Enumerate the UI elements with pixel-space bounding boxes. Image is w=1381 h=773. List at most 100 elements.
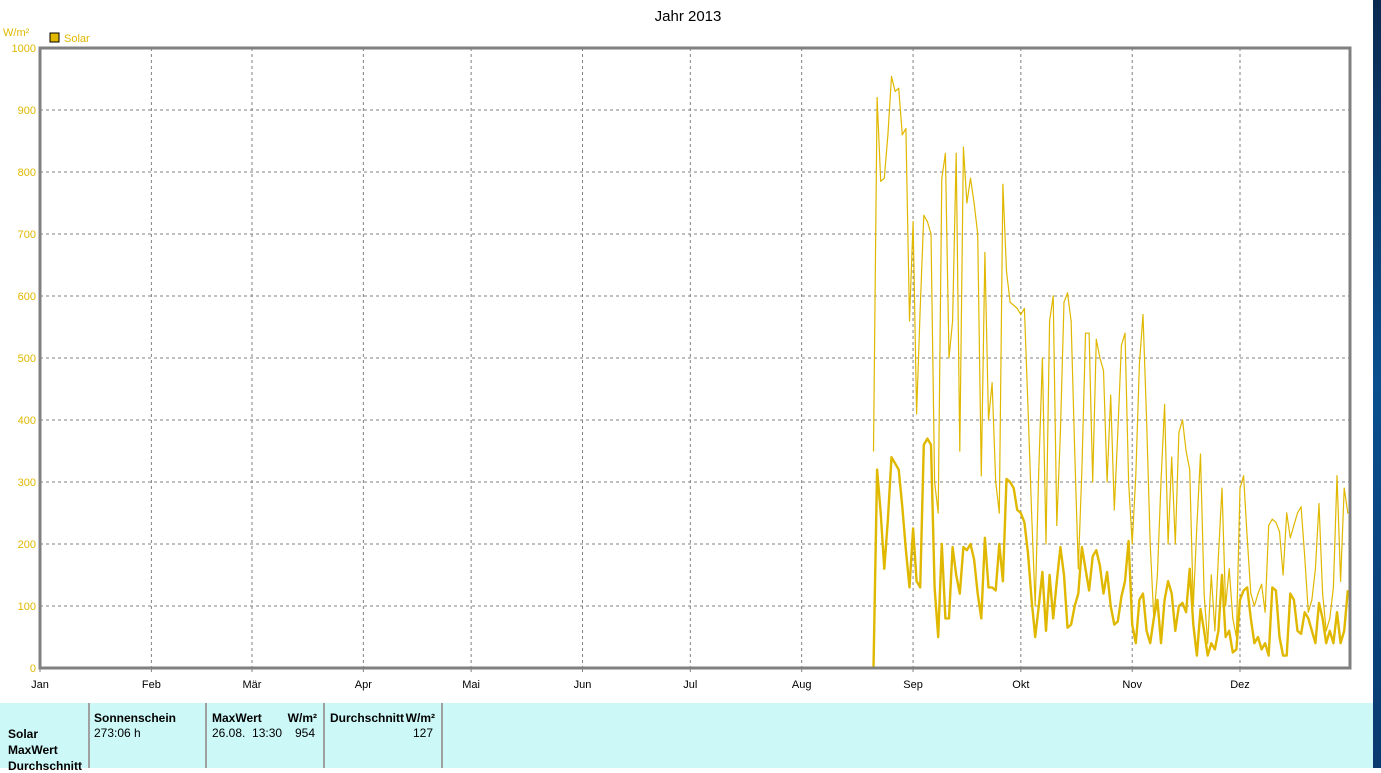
- data-point: [1084, 332, 1087, 334]
- sonnenschein-header: Sonnenschein: [94, 711, 177, 725]
- data-point: [1282, 655, 1284, 657]
- data-point: [1041, 571, 1043, 573]
- solar-year-chart: Jahr 2013 W/m² Solar 0 100 200 300 400 500 600…: [3, 8, 1352, 691]
- data-point: [1048, 320, 1051, 322]
- data-point: [1181, 419, 1184, 421]
- data-point: [919, 586, 921, 589]
- empty-area: [443, 703, 1373, 768]
- data-point: [987, 419, 990, 421]
- data-point: [1117, 620, 1119, 623]
- data-point: [1271, 518, 1273, 520]
- data-point: [1178, 431, 1180, 433]
- data-point: [944, 617, 946, 620]
- data-point: [1077, 568, 1079, 570]
- data-point: [1163, 403, 1166, 406]
- data-point: [1343, 487, 1345, 489]
- data-point: [1278, 636, 1281, 638]
- data-point: [1013, 487, 1015, 489]
- data-point: [894, 462, 896, 464]
- data-point: [1289, 537, 1291, 539]
- data-point: [1110, 394, 1112, 396]
- y-axis-unit: W/m²: [3, 27, 30, 39]
- desktop-background-strip: [1373, 0, 1381, 768]
- data-point: [995, 589, 997, 592]
- data-point: [1307, 611, 1309, 613]
- data-point: [1293, 599, 1295, 601]
- data-point: [1052, 617, 1054, 620]
- x-tick-label: Mai: [462, 679, 480, 691]
- data-point: [1332, 586, 1335, 589]
- data-point: [916, 580, 918, 582]
- durchschnitt-header: Durchschnitt: [330, 711, 405, 725]
- data-point: [1102, 369, 1105, 371]
- data-point: [1225, 605, 1227, 607]
- data-point: [872, 450, 875, 452]
- data-point: [1084, 568, 1087, 570]
- x-tick-label: Jun: [574, 679, 592, 691]
- y-tick-label: 200: [18, 539, 36, 551]
- x-tick-label: Feb: [142, 679, 161, 691]
- data-point: [1210, 574, 1212, 576]
- data-point: [1106, 571, 1108, 573]
- data-point: [1124, 580, 1126, 582]
- data-point: [1066, 627, 1069, 629]
- data-point: [962, 546, 964, 548]
- data-point: [1253, 642, 1255, 644]
- data-point: [1167, 543, 1169, 545]
- x-tick-label: Apr: [355, 679, 372, 691]
- data-point: [995, 481, 997, 483]
- data-point: [962, 146, 964, 148]
- y-tick-label: 300: [18, 477, 36, 489]
- data-point: [1217, 630, 1220, 632]
- data-point: [987, 586, 990, 589]
- data-point: [1253, 605, 1255, 607]
- chart-title: Jahr 2013: [655, 8, 722, 25]
- data-point: [1318, 503, 1320, 505]
- data-point: [1128, 540, 1130, 542]
- data-point: [941, 543, 943, 545]
- data-point: [1196, 524, 1198, 527]
- data-point: [1300, 506, 1302, 508]
- data-point: [1009, 481, 1011, 483]
- data-point: [1343, 630, 1345, 632]
- data-point: [1199, 453, 1202, 455]
- data-point: [1009, 301, 1011, 303]
- x-tick-label: Nov: [1122, 679, 1142, 691]
- data-point: [1131, 624, 1133, 626]
- data-point: [959, 450, 961, 452]
- data-point: [1135, 642, 1137, 644]
- data-point: [898, 469, 900, 471]
- data-point: [1314, 568, 1317, 570]
- data-point: [901, 134, 903, 136]
- data-point: [887, 518, 889, 520]
- data-point: [1207, 655, 1209, 657]
- data-point: [1063, 574, 1065, 576]
- data-point: [1250, 617, 1252, 620]
- x-tick-label: Jan: [31, 679, 49, 691]
- data-point: [1074, 450, 1076, 452]
- stats-panel: Solar MaxWert Durchschnitt Sonnenschein …: [0, 703, 1373, 773]
- data-point: [894, 90, 896, 92]
- x-tick-label: Aug: [792, 679, 812, 691]
- maxwert-unit: W/m²: [287, 711, 317, 725]
- data-point: [1242, 475, 1245, 477]
- data-point: [1059, 431, 1061, 433]
- data-point: [1113, 624, 1115, 626]
- data-point: [1145, 630, 1148, 632]
- data-point: [905, 549, 907, 551]
- data-point: [1070, 320, 1072, 322]
- data-point: [1268, 524, 1270, 527]
- data-point: [1167, 580, 1169, 582]
- data-point: [1005, 270, 1008, 272]
- data-point: [1034, 605, 1036, 607]
- data-point: [1275, 589, 1277, 592]
- data-point: [1138, 599, 1141, 601]
- data-point: [1023, 521, 1026, 523]
- data-point: [1278, 531, 1281, 533]
- data-point: [890, 75, 893, 78]
- data-point: [1329, 630, 1331, 632]
- data-point: [1135, 475, 1137, 477]
- data-point: [1038, 469, 1040, 471]
- data-point: [1225, 636, 1227, 638]
- data-point: [1329, 617, 1331, 620]
